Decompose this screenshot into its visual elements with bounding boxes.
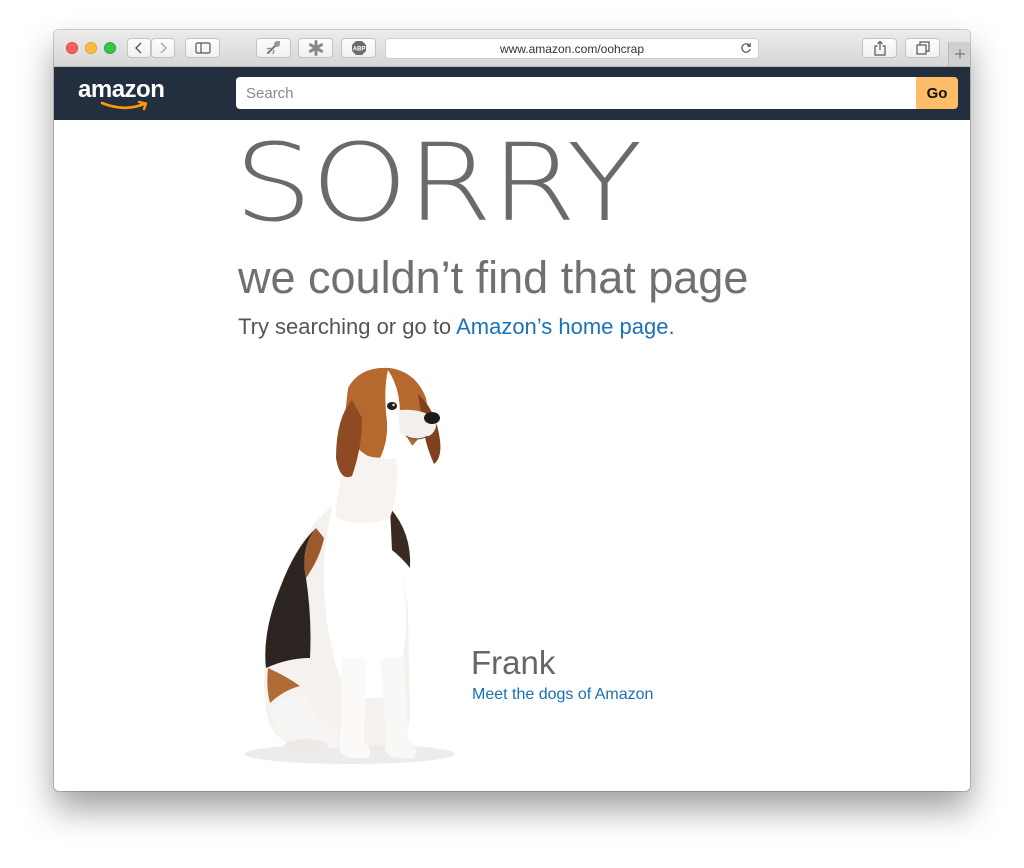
adblock-button[interactable]: ABP (341, 38, 376, 58)
rocket-extension-icon (266, 41, 280, 55)
extension-button-1[interactable] (256, 38, 291, 58)
dog-name: Frank (471, 644, 556, 681)
chevron-left-icon (135, 42, 142, 54)
asterisk-extension-icon (308, 40, 323, 56)
sorry-headline: SORRY (234, 121, 642, 246)
plus-icon (955, 49, 965, 59)
tabs-overview-button[interactable] (905, 38, 940, 58)
browser-toolbar: ABP www.amazon.com/oohcrap (54, 30, 970, 67)
meet-the-dogs-link[interactable]: Meet the dogs of Amazon (472, 686, 653, 704)
try-searching-text: Try searching or go to Amazon’s home pag… (238, 314, 675, 340)
home-page-link[interactable]: Amazon’s home page (456, 314, 668, 339)
svg-text:ABP: ABP (352, 47, 365, 53)
try-suffix: . (668, 314, 675, 339)
chevron-right-icon (160, 42, 167, 54)
extension-button-2[interactable] (298, 38, 333, 58)
minimize-window-button[interactable] (85, 42, 97, 54)
amazon-logo[interactable]: amazon (76, 73, 176, 111)
reload-icon[interactable] (740, 42, 752, 54)
new-tab-button[interactable] (948, 42, 970, 66)
smile-arrow-icon (100, 100, 148, 111)
forward-button[interactable] (151, 38, 175, 58)
tabs-icon (915, 41, 930, 55)
address-bar[interactable]: www.amazon.com/oohcrap (385, 38, 759, 59)
back-button[interactable] (127, 38, 151, 58)
not-found-subheading: we couldn’t find that page (238, 252, 749, 303)
share-icon (873, 40, 886, 56)
beagle-dog-image (245, 367, 455, 764)
site-header: amazon Go (54, 67, 970, 120)
go-button[interactable]: Go (916, 77, 958, 109)
url-text: www.amazon.com/oohcrap (499, 42, 645, 56)
zoom-window-button[interactable] (104, 42, 116, 54)
browser-window: ABP www.amazon.com/oohcrap amazon Search… (54, 30, 970, 791)
abp-icon: ABP (351, 41, 366, 55)
sidebar-icon (194, 42, 211, 54)
try-prefix: Try searching or go to (238, 314, 457, 339)
sidebar-button[interactable] (185, 38, 220, 58)
close-window-button[interactable] (66, 42, 78, 54)
search-input[interactable] (236, 77, 916, 109)
sorry-headline-text: SORRY (234, 121, 642, 246)
share-button[interactable] (862, 38, 897, 58)
